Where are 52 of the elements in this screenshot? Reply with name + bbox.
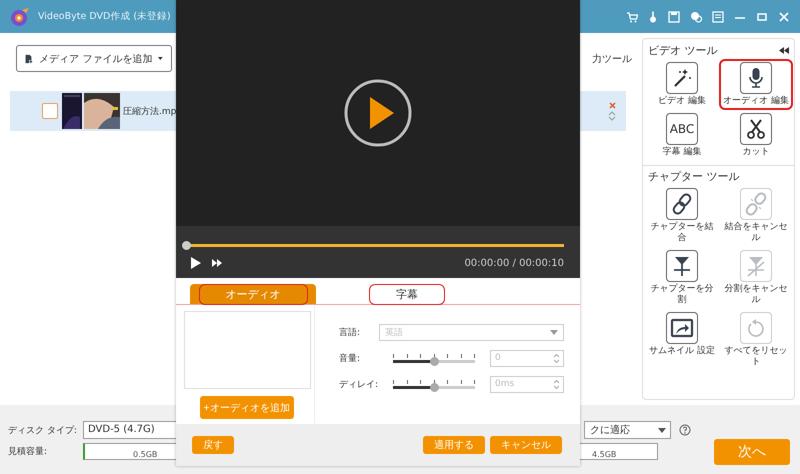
- setting-label: 音量:: [339, 352, 362, 364]
- panel-title: ビデオ ツール: [648, 43, 718, 58]
- tool-button[interactable]: サムネイル 設定: [645, 309, 719, 371]
- playback-time: 00:00:00 / 00:00:10: [464, 258, 564, 268]
- capacity-label: 見積容量:: [8, 446, 48, 458]
- progress-handle[interactable]: [182, 241, 191, 250]
- fit-select[interactable]: クに適応: [584, 421, 671, 439]
- disc-logo-icon: [10, 6, 30, 26]
- add-media-button[interactable]: メディア ファイルを追加: [16, 45, 172, 72]
- tool-button[interactable]: オーディオ 編集: [719, 59, 793, 110]
- slider-handle[interactable]: [430, 382, 439, 392]
- tool-button[interactable]: カット: [719, 110, 793, 161]
- key-icon[interactable]: [648, 10, 658, 22]
- tool-button[interactable]: ABC 字幕 編集: [645, 110, 719, 161]
- setting-label: 言語:: [339, 326, 362, 338]
- tools-link[interactable]: 力ツール: [592, 52, 632, 66]
- tool-button[interactable]: チャプターを結合: [645, 185, 719, 247]
- play-icon[interactable]: [190, 257, 202, 269]
- cart-icon[interactable]: [626, 10, 638, 22]
- abc-text-icon: ABC: [670, 122, 694, 136]
- scissors-icon: [744, 117, 768, 141]
- up-down-arrows-icon[interactable]: [608, 110, 616, 120]
- panel-title: チャプター ツール: [648, 169, 740, 184]
- caret-icon: [658, 428, 666, 432]
- tool-button[interactable]: ビデオ 編集: [645, 59, 719, 110]
- chain-link-icon: [670, 192, 694, 216]
- slider[interactable]: [393, 354, 475, 362]
- save-icon[interactable]: [668, 10, 680, 22]
- spinner-icon: [554, 354, 559, 362]
- help-icon[interactable]: [679, 424, 691, 436]
- broken-link-icon: [744, 192, 768, 216]
- capacity-tick-label: 4.5GB: [592, 450, 616, 458]
- spinner-icon: [554, 380, 559, 388]
- menu-icon[interactable]: [712, 10, 724, 22]
- file-name: 圧縮方法.mp: [123, 106, 176, 118]
- maximize-icon[interactable]: [756, 10, 768, 22]
- window-title: VideoByte DVD作成 (未登録): [38, 10, 171, 23]
- fast-forward-icon[interactable]: [212, 259, 222, 267]
- close-icon[interactable]: [778, 10, 790, 22]
- collapse-icon[interactable]: [779, 47, 789, 54]
- play-icon[interactable]: [344, 79, 412, 147]
- checkbox[interactable]: [42, 103, 58, 119]
- image-frame-icon: [670, 316, 694, 340]
- caret-icon: [550, 330, 558, 334]
- slider-handle[interactable]: [430, 356, 439, 366]
- tool-button[interactable]: チャプターを分割: [645, 247, 719, 309]
- delete-icon[interactable]: [608, 102, 616, 108]
- capacity-tick-label: 0.5GB: [133, 450, 158, 458]
- setting-label: ディレイ:: [339, 378, 379, 390]
- slider[interactable]: [393, 380, 475, 388]
- disc-type-label: ディスク タイプ:: [8, 424, 78, 436]
- caret-icon: [158, 56, 163, 61]
